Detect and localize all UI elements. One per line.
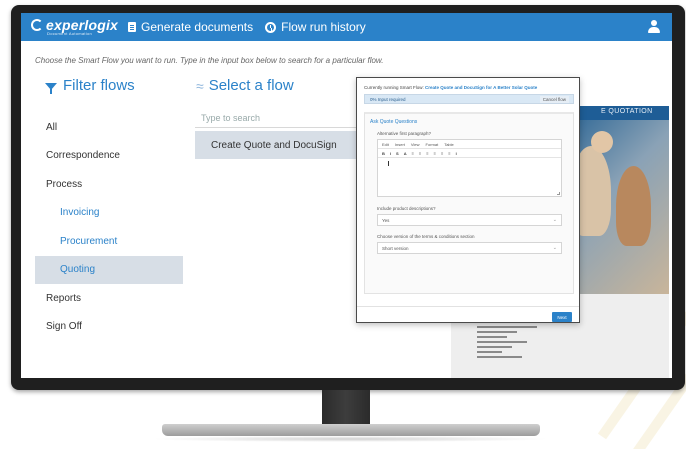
- next-button[interactable]: Next: [552, 312, 572, 322]
- app-screen: experlogix Document Automation Generate …: [21, 13, 672, 378]
- waves-icon: ≈: [196, 77, 204, 94]
- filter-title-text: Filter flows: [63, 77, 135, 94]
- running-flow-text: Currently running Smart Flow: Create Quo…: [364, 85, 537, 90]
- dialog-divider: [357, 306, 579, 307]
- resize-handle-icon[interactable]: [557, 192, 560, 195]
- italic-icon[interactable]: I: [390, 151, 391, 156]
- section-title: Ask Quote Questions: [370, 119, 418, 125]
- filter-item-label: Process: [46, 178, 83, 190]
- product-descriptions-select[interactable]: Yes ⌄: [377, 214, 562, 226]
- quote-questions-section: Ask Quote Questions Alternative first pa…: [364, 112, 574, 294]
- select-value: Yes: [382, 217, 390, 223]
- filter-item-procurement[interactable]: Procurement: [35, 227, 183, 256]
- history-clock-icon: [265, 21, 277, 33]
- logo-mark-icon: [31, 19, 43, 31]
- document-icon: [128, 22, 137, 32]
- text-caret: [388, 161, 389, 166]
- flow-item-label: Create Quote and DocuSign: [211, 139, 337, 151]
- filter-item-all[interactable]: All: [35, 113, 183, 142]
- filter-menu: All Correspondence Process Invoicing Pro…: [35, 113, 183, 341]
- select-value: Short version: [382, 245, 409, 251]
- clear-format-icon[interactable]: I: [456, 151, 457, 156]
- filter-item-label: Reports: [46, 292, 82, 304]
- chevron-down-icon: ⌄: [552, 217, 557, 223]
- text-color-icon[interactable]: A: [404, 151, 407, 156]
- monitor-base: [162, 424, 540, 436]
- editor-menu-view[interactable]: View: [411, 142, 420, 147]
- nav-history-label: Flow run history: [281, 20, 366, 34]
- nav-generate-documents[interactable]: Generate documents: [128, 20, 253, 34]
- align-left-icon[interactable]: ≡: [412, 151, 414, 156]
- filter-funnel-icon: [45, 83, 57, 94]
- nav-generate-label: Generate documents: [141, 20, 254, 34]
- editor-menu-format[interactable]: Format: [426, 142, 439, 147]
- paragraph-rich-text-editor[interactable]: Edit Insert View Format Table B I S A ≡ …: [377, 139, 562, 197]
- editor-menu-edit[interactable]: Edit: [382, 142, 389, 147]
- filter-flows-heading: Filter flows: [45, 77, 135, 94]
- filter-item-correspondence[interactable]: Correspondence: [35, 142, 183, 171]
- select-flow-heading: ≈ Select a flow: [196, 77, 294, 94]
- question-label: Include product descriptions?: [377, 206, 436, 211]
- filter-item-label: Procurement: [60, 235, 118, 247]
- flow-progress-bar: 0% Input required Cancel flow: [364, 94, 574, 104]
- user-account-icon[interactable]: [648, 20, 660, 34]
- editor-menubar: Edit Insert View Format Table: [378, 140, 561, 149]
- smart-flow-dialog: Currently running Smart Flow: Create Quo…: [356, 77, 580, 323]
- filter-item-label: Correspondence: [46, 150, 120, 162]
- preview-person: [616, 166, 651, 246]
- experlogix-logo[interactable]: experlogix Document Automation: [31, 18, 118, 36]
- align-center-icon[interactable]: ≡: [419, 151, 421, 156]
- editor-menu-table[interactable]: Table: [444, 142, 454, 147]
- filter-item-label: Sign Off: [46, 321, 82, 333]
- filter-item-invoicing[interactable]: Invoicing: [35, 199, 183, 228]
- preview-banner-text: E QUOTATION: [601, 108, 653, 115]
- filter-item-quoting[interactable]: Quoting: [35, 255, 183, 284]
- monitor-shadow: [150, 436, 550, 442]
- preview-text-lines: [477, 326, 547, 361]
- question-label: Choose version of the terms & conditions…: [377, 234, 475, 239]
- select-title-text: Select a flow: [208, 77, 294, 94]
- flow-search-input[interactable]: [195, 108, 365, 128]
- question-label: Alternative first paragraph?: [377, 131, 432, 136]
- strikethrough-icon[interactable]: S: [396, 151, 399, 156]
- filter-item-label: All: [46, 121, 58, 133]
- terms-version-select[interactable]: Short version ⌄: [377, 242, 562, 254]
- logo-subtitle: Document Automation: [47, 31, 93, 36]
- bold-icon[interactable]: B: [382, 151, 385, 156]
- editor-menu-insert[interactable]: Insert: [395, 142, 405, 147]
- nav-flow-run-history[interactable]: Flow run history: [265, 20, 366, 34]
- progress-text: 0% Input required: [370, 97, 406, 102]
- align-justify-icon[interactable]: ≡: [434, 151, 436, 156]
- next-button-label: Next: [557, 314, 567, 320]
- filter-item-label: Quoting: [60, 264, 96, 276]
- monitor-neck: [322, 390, 370, 424]
- filter-item-label: Invoicing: [60, 207, 100, 219]
- chevron-down-icon: ⌄: [552, 245, 557, 251]
- bullet-list-icon[interactable]: ≡: [441, 151, 443, 156]
- filter-item-reports[interactable]: Reports: [35, 284, 183, 313]
- running-prefix: Currently running Smart Flow:: [364, 85, 424, 90]
- logo-text: experlogix: [46, 17, 119, 33]
- align-right-icon[interactable]: ≡: [426, 151, 428, 156]
- filter-item-process[interactable]: Process: [35, 170, 183, 199]
- stage: experlogix Document Automation Generate …: [0, 0, 686, 449]
- instruction-text: Choose the Smart Flow you want to run. T…: [35, 56, 384, 65]
- cancel-flow-button[interactable]: Cancel flow: [539, 96, 569, 103]
- app-header: experlogix Document Automation Generate …: [21, 13, 672, 41]
- preview-person: [591, 131, 613, 153]
- editor-toolbar: B I S A ≡ ≡ ≡ ≡ ≡ ≡ I: [378, 149, 561, 158]
- cancel-flow-label: Cancel flow: [542, 97, 566, 102]
- flow-item-create-quote-docusign[interactable]: Create Quote and DocuSign: [195, 131, 365, 159]
- filter-item-sign-off[interactable]: Sign Off: [35, 313, 183, 342]
- numbered-list-icon[interactable]: ≡: [448, 151, 450, 156]
- running-flow-name[interactable]: Create Quote and DocuSign for A Better S…: [425, 85, 537, 90]
